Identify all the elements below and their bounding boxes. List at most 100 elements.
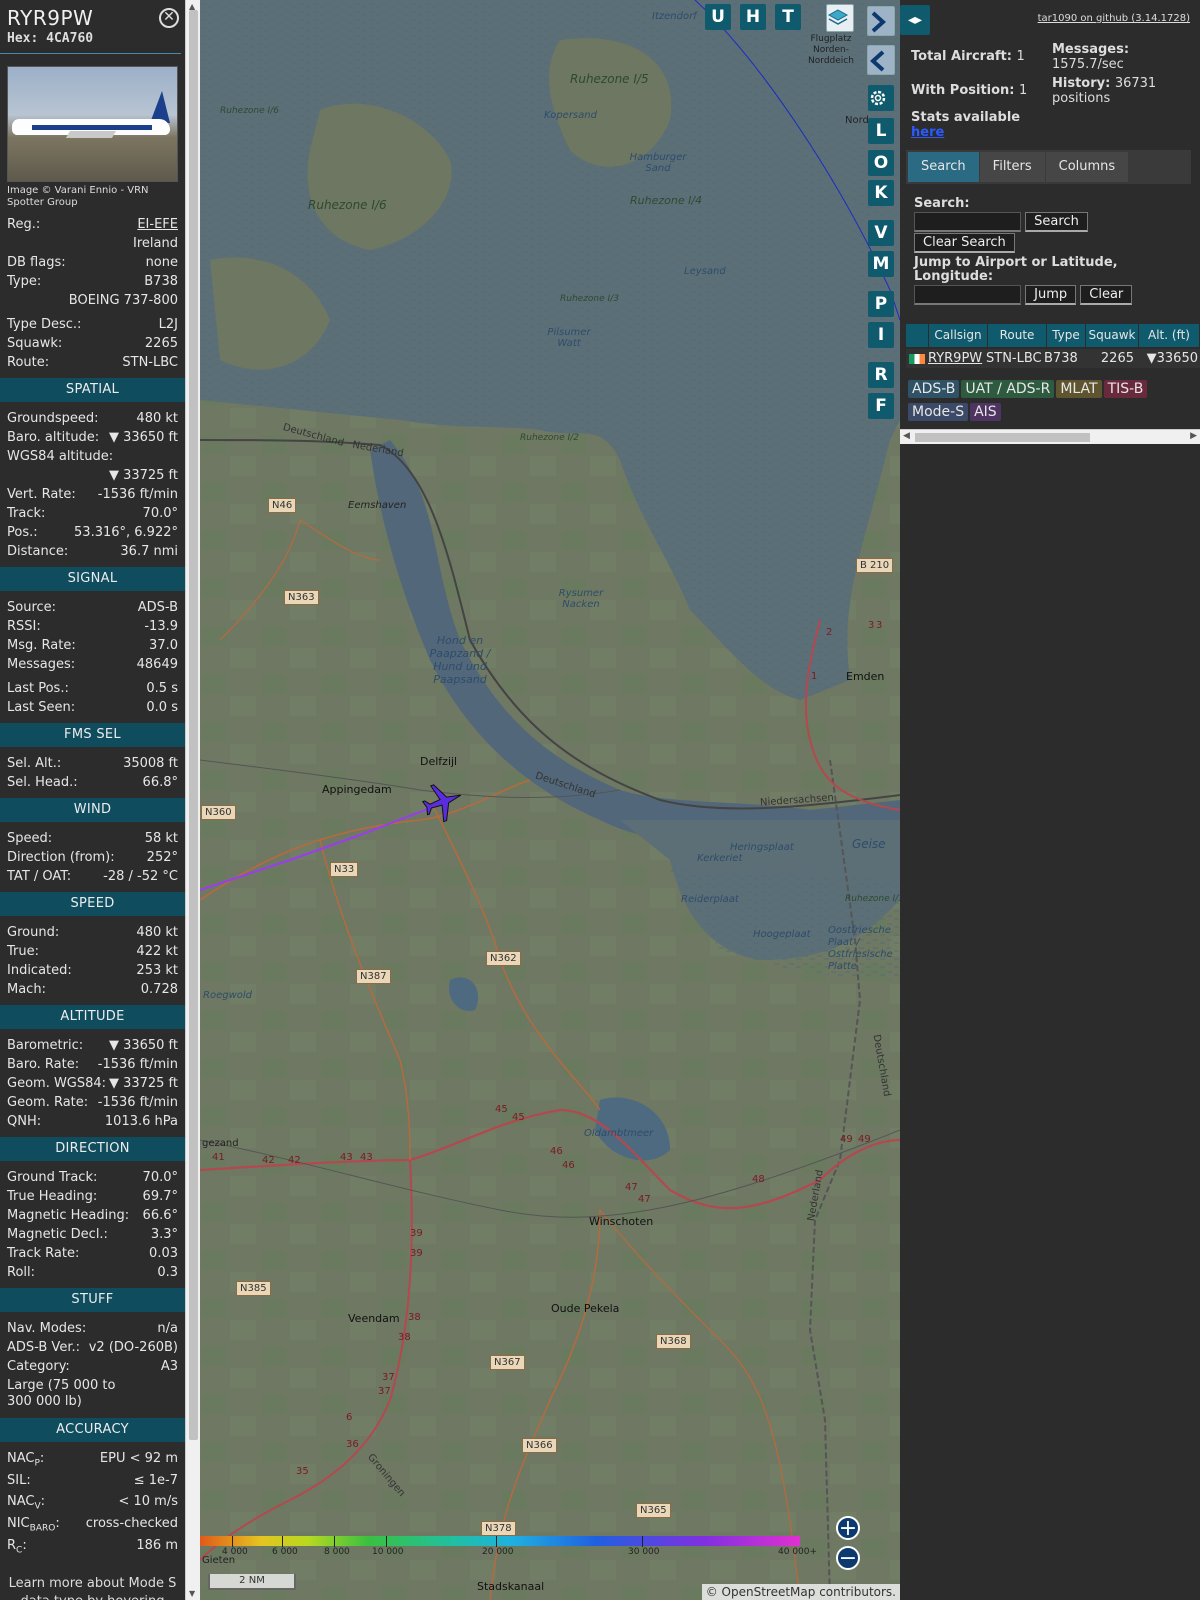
tab-columns[interactable]: Columns <box>1045 152 1129 182</box>
table-row[interactable]: RYR9PW STN-LBC B738 2265 ▼33650 <box>906 349 1200 368</box>
aircraft-photo[interactable] <box>7 66 178 182</box>
tab-search[interactable]: Search <box>908 152 979 182</box>
roll-row: Roll: 0.3 <box>7 1265 178 1280</box>
horizontal-scrollbar-thumb[interactable] <box>915 433 1090 442</box>
section-altitude: ALTITUDE <box>0 1005 185 1029</box>
ground-track-row: Ground Track: 70.0° <box>7 1170 178 1185</box>
o-toggle-button[interactable]: O <box>868 150 894 176</box>
detail-header: RYR9PW Hex: 4CA760 ✕ <box>0 0 181 54</box>
layers-button[interactable] <box>826 4 854 32</box>
true-speed-row: True: 422 kt <box>7 944 178 959</box>
with-position: With Position: 1 <box>911 83 1028 98</box>
table-header: Callsign Route Type Squawk Alt. (ft) <box>906 324 1200 347</box>
table-horizontal-scrollbar[interactable]: ◀ ▶ <box>900 429 1200 444</box>
scroll-left-arrow-icon[interactable]: ◀ <box>903 431 910 441</box>
photo-credit[interactable]: Image © Varani Ennio - VRN Spotter Group <box>7 185 178 209</box>
zone-label: Ruhezone I/3 <box>560 294 619 304</box>
ireland-flag-icon <box>909 353 925 364</box>
track-rate-row: Track Rate: 0.03 <box>7 1246 178 1261</box>
scroll-down-arrow-icon[interactable]: ▼ <box>189 1589 195 1598</box>
k-toggle-button[interactable]: K <box>868 180 894 206</box>
zoom-in-button[interactable]: + <box>836 1516 860 1540</box>
nacv-row: NACV: < 10 m/s <box>7 1494 178 1512</box>
total-aircraft: Total Aircraft: 1 <box>911 49 1025 64</box>
water-label: Rysumer Nacken <box>558 588 604 610</box>
road-shield: N365 <box>636 1503 671 1518</box>
search-input[interactable] <box>914 212 1021 232</box>
messages-rate: Messages: 1575.7/sec <box>1052 42 1130 72</box>
search-button[interactable]: Search <box>1025 212 1088 232</box>
column-header-route[interactable]: Route <box>988 324 1046 347</box>
mach-row: Mach: 0.728 <box>7 982 178 997</box>
water-label: Pilsumer Watt <box>547 327 591 349</box>
messages-row: Messages: 48649 <box>7 657 178 672</box>
type-row: Type: B738 <box>7 274 178 289</box>
clear-jump-button[interactable]: Clear <box>1080 285 1133 305</box>
clear-search-button[interactable]: Clear Search <box>914 233 1015 253</box>
next-aircraft-button[interactable] <box>867 6 895 36</box>
close-detail-button[interactable]: ✕ <box>159 8 179 28</box>
groundspeed-row: Groundspeed: 480 kt <box>7 411 178 426</box>
column-header-squawk[interactable]: Squawk <box>1086 324 1138 347</box>
settings-button[interactable] <box>868 85 894 111</box>
zoom-out-button[interactable]: − <box>836 1546 860 1570</box>
previous-aircraft-button[interactable] <box>867 45 895 75</box>
magnetic-heading-row: Magnetic Heading: 66.6° <box>7 1208 178 1223</box>
jump-button[interactable]: Jump <box>1025 285 1077 305</box>
t-toggle-button[interactable]: T <box>775 4 801 30</box>
h-toggle-button[interactable]: H <box>740 4 766 30</box>
source-mlat: MLAT <box>1056 380 1102 398</box>
adsb-version-row: ADS-B Ver.: v2 (DO-260B) <box>7 1340 178 1355</box>
m-toggle-button[interactable]: M <box>868 251 894 277</box>
indicated-speed-row: Indicated: 253 kt <box>7 963 178 978</box>
source-row: Source: ADS-B <box>7 600 178 615</box>
water-label: Leysand <box>684 266 726 277</box>
tab-filters[interactable]: Filters <box>979 152 1045 182</box>
tat-oat-row: TAT / OAT: -28 / -52 °C <box>7 869 178 884</box>
section-spatial: SPATIAL <box>0 378 185 402</box>
road-shield: N366 <box>522 1438 557 1453</box>
last-pos-row: Last Pos.: 0.5 s <box>7 681 178 696</box>
l-toggle-button[interactable]: L <box>868 118 894 144</box>
column-header-callsign[interactable]: Callsign <box>929 324 987 347</box>
aircraft-table: Callsign Route Type Squawk Alt. (ft) RYR… <box>906 324 1200 368</box>
baro-rate-row: Baro. Rate: -1536 ft/min <box>7 1057 178 1072</box>
scrollbar-thumb[interactable] <box>189 10 198 1440</box>
row-route: STN-LBC <box>986 351 1042 366</box>
nacp-row: NACP: EPU < 92 m <box>7 1451 178 1469</box>
registration-link[interactable]: EI-EFE <box>137 215 178 234</box>
map-view[interactable]: Delfzijl Appingedam Emden Winschoten Vee… <box>200 0 900 1600</box>
detail-panel-scrollbar[interactable]: ▲ ▼ <box>185 0 200 1600</box>
u-toggle-button[interactable]: U <box>705 4 731 30</box>
nic-baro-row: NICBARO: cross-checked <box>7 1516 178 1534</box>
row-squawk: 2265 <box>1100 351 1134 366</box>
gear-icon <box>870 90 886 106</box>
stats-link[interactable]: here <box>911 125 944 140</box>
aircraft-marker[interactable] <box>420 780 464 824</box>
v-toggle-button[interactable]: V <box>868 220 894 246</box>
row-altitude: ▼33650 <box>1146 351 1198 366</box>
town-label: Delfzijl <box>420 755 458 768</box>
rc-row: RC: 186 m <box>7 1538 178 1556</box>
column-header-altitude[interactable]: Alt. (ft) <box>1139 324 1199 347</box>
p-toggle-button[interactable]: P <box>868 291 894 317</box>
road-shield: N363 <box>284 590 319 605</box>
f-toggle-button[interactable]: F <box>868 393 894 419</box>
row-callsign[interactable]: RYR9PW <box>928 349 986 368</box>
wgs-altitude-label-row: WGS84 altitude: <box>7 449 114 464</box>
toggle-sidebar-button[interactable]: ◂▸ <box>900 5 930 35</box>
jump-input[interactable] <box>914 285 1021 305</box>
water-label: Geise <box>852 837 886 851</box>
column-header-type[interactable]: Type <box>1047 324 1085 347</box>
qnh-row: QNH: 1013.6 hPa <box>7 1114 178 1129</box>
github-link[interactable]: tar1090 on github (3.14.1728) <box>1038 13 1190 24</box>
scroll-right-arrow-icon[interactable]: ▶ <box>1190 431 1197 441</box>
r-toggle-button[interactable]: R <box>868 362 894 388</box>
road-shield: N387 <box>356 969 391 984</box>
geom-wgs84-row: Geom. WGS84: ▼ 33725 ft <box>7 1076 178 1091</box>
flag-column-header[interactable] <box>906 324 928 347</box>
osm-link[interactable]: OpenStreetMap <box>722 1585 816 1599</box>
i-toggle-button[interactable]: I <box>868 322 894 348</box>
magnetic-decl-row: Magnetic Decl.: 3.3° <box>7 1227 178 1242</box>
road-shield: N367 <box>490 1355 525 1370</box>
